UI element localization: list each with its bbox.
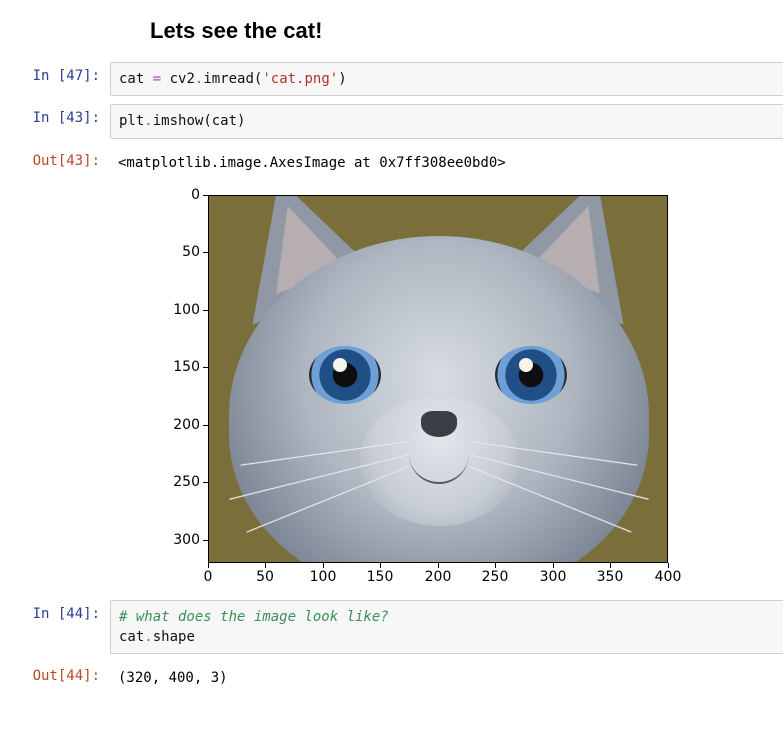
xtick-label: 50 bbox=[256, 569, 274, 585]
code-token: plt bbox=[119, 113, 144, 129]
cell-in-47: In [47]: cat = cv2.imread('cat.png') bbox=[0, 62, 783, 96]
code-token: cat bbox=[119, 71, 144, 87]
in-prompt: In [44]: bbox=[0, 600, 110, 622]
output-text: <matplotlib.image.AxesImage at 0x7ff308e… bbox=[110, 147, 783, 179]
ytick-label: 50 bbox=[160, 244, 200, 260]
xtick-label: 250 bbox=[482, 569, 509, 585]
ytick-label: 150 bbox=[160, 359, 200, 375]
code-token: ) bbox=[338, 71, 346, 87]
xtick-label: 300 bbox=[540, 569, 567, 585]
ytick-label: 100 bbox=[160, 302, 200, 318]
plot-axes: 0 50 100 150 200 250 300 0 50 100 150 20… bbox=[160, 187, 720, 592]
code-token: shape bbox=[153, 629, 195, 645]
code-input[interactable]: # what does the image look like? cat.sha… bbox=[110, 600, 783, 655]
markdown-heading: Lets see the cat! bbox=[150, 18, 783, 44]
code-input[interactable]: plt.imshow(cat) bbox=[110, 104, 783, 138]
code-token: cat bbox=[212, 113, 237, 129]
code-token: = bbox=[144, 71, 169, 87]
notebook: Lets see the cat! In [47]: cat = cv2.imr… bbox=[0, 18, 783, 695]
code-token: imread bbox=[203, 71, 254, 87]
ytick-label: 200 bbox=[160, 417, 200, 433]
xtick-label: 350 bbox=[597, 569, 624, 585]
code-token: cv2 bbox=[170, 71, 195, 87]
plot-output: 0 50 100 150 200 250 300 0 50 100 150 20… bbox=[120, 187, 720, 592]
code-token: . bbox=[144, 113, 152, 129]
in-prompt: In [43]: bbox=[0, 104, 110, 126]
cell-out-44: Out[44]: (320, 400, 3) bbox=[0, 662, 783, 694]
code-token: ( bbox=[203, 113, 211, 129]
code-token: 'cat.png' bbox=[262, 71, 338, 87]
cat-image-icon bbox=[209, 196, 667, 562]
cell-in-44: In [44]: # what does the image look like… bbox=[0, 600, 783, 655]
out-prompt: Out[43]: bbox=[0, 147, 110, 169]
code-token: . bbox=[144, 629, 152, 645]
output-text: (320, 400, 3) bbox=[110, 662, 783, 694]
xtick-label: 150 bbox=[367, 569, 394, 585]
xtick-label: 100 bbox=[310, 569, 337, 585]
xtick-label: 400 bbox=[655, 569, 682, 585]
cell-in-43: In [43]: plt.imshow(cat) bbox=[0, 104, 783, 138]
xtick-label: 0 bbox=[204, 569, 213, 585]
code-token: # what does the image look like? bbox=[119, 609, 389, 625]
ytick-label: 0 bbox=[160, 187, 200, 203]
cell-out-43: Out[43]: <matplotlib.image.AxesImage at … bbox=[0, 147, 783, 179]
code-token: imshow bbox=[153, 113, 204, 129]
ytick-label: 300 bbox=[160, 532, 200, 548]
ytick-label: 250 bbox=[160, 474, 200, 490]
out-prompt: Out[44]: bbox=[0, 662, 110, 684]
axes-frame bbox=[208, 195, 668, 563]
code-input[interactable]: cat = cv2.imread('cat.png') bbox=[110, 62, 783, 96]
code-token: ) bbox=[237, 113, 245, 129]
in-prompt: In [47]: bbox=[0, 62, 110, 84]
code-token: cat bbox=[119, 629, 144, 645]
xtick-label: 200 bbox=[425, 569, 452, 585]
